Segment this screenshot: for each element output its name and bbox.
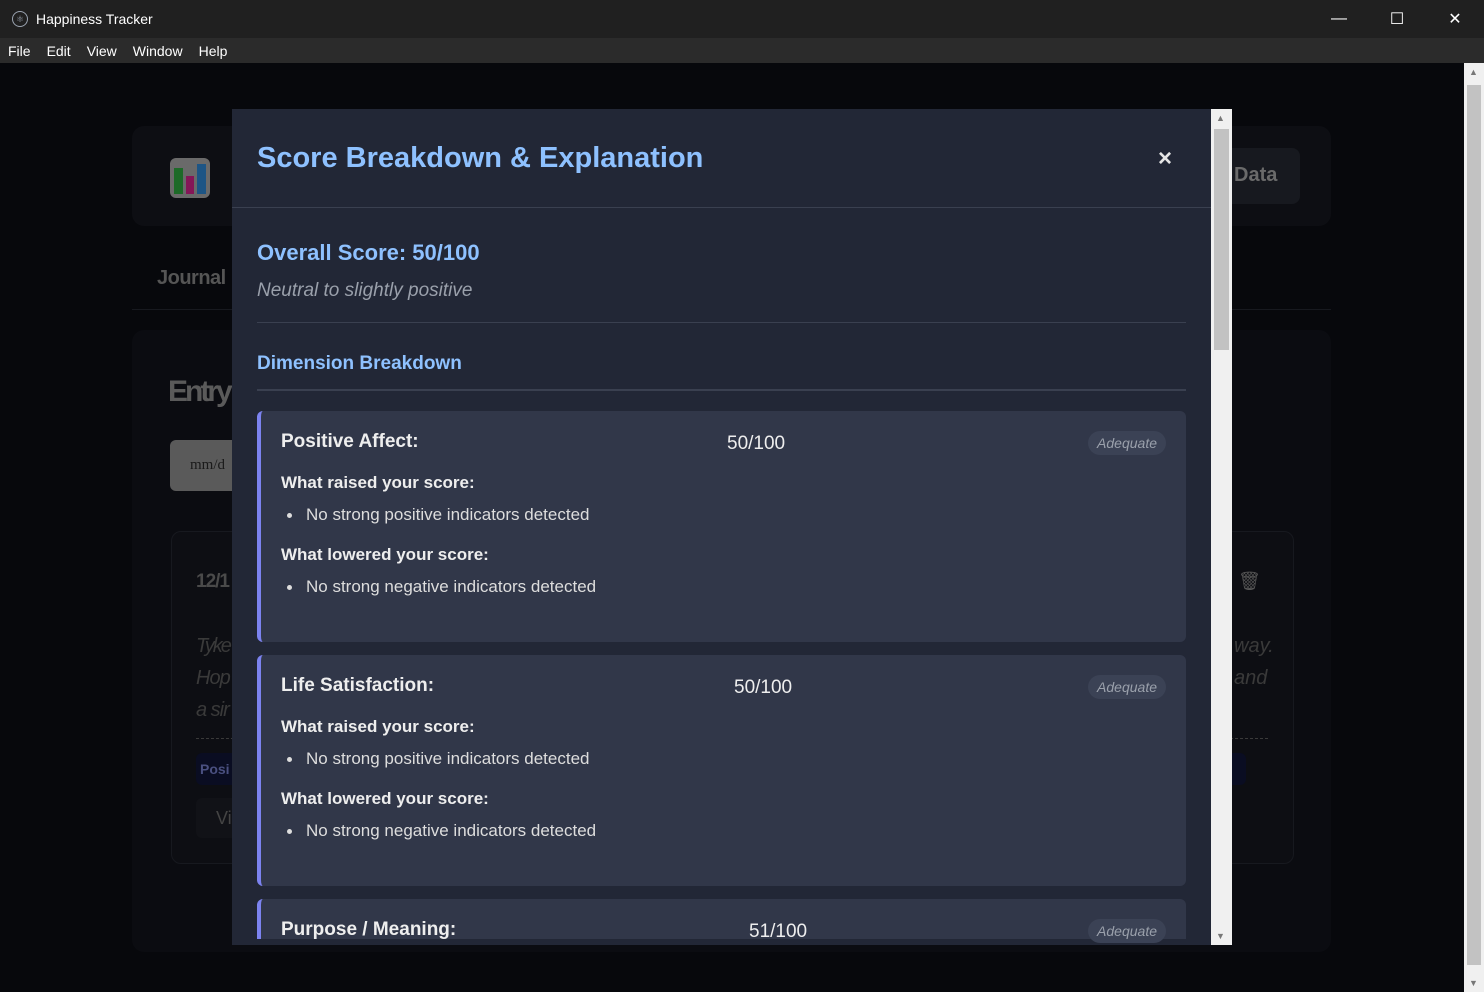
delete-trash-icon[interactable]: 🗑 [1238, 571, 1261, 592]
dimension-card-life-satisfaction: Life Satisfaction: 50/100 Adequate What … [257, 655, 1186, 886]
entry-text-right: way. and [1234, 630, 1274, 694]
dimension-card-positive-affect: Positive Affect: 50/100 Adequate What ra… [257, 411, 1186, 642]
lowered-label: What lowered your score: [281, 789, 489, 808]
menu-file[interactable]: File [8, 43, 31, 59]
page-scrollbar[interactable]: ▲ ▼ [1464, 63, 1484, 992]
electron-app-icon: ⚛ [12, 11, 28, 27]
scroll-down-icon[interactable]: ▼ [1469, 978, 1478, 988]
menu-edit[interactable]: Edit [47, 43, 71, 59]
entries-heading: Entry [168, 375, 233, 408]
dimension-badge: Adequate [1088, 431, 1166, 455]
close-window-button[interactable]: ✕ [1426, 0, 1484, 38]
dimension-name: Life Satisfaction: [281, 675, 435, 696]
scroll-down-icon[interactable]: ▼ [1216, 931, 1225, 941]
title-bar: ⚛ Happiness Tracker — ☐ ✕ [0, 0, 1484, 38]
dimension-badge: Adequate [1088, 675, 1166, 699]
close-modal-button[interactable]: × [1158, 145, 1172, 173]
scroll-up-icon[interactable]: ▲ [1216, 113, 1225, 123]
modal-scrollbar-thumb[interactable] [1214, 129, 1229, 350]
entry-line: Tyke [196, 635, 232, 657]
entry-line: a sir [196, 699, 230, 721]
lowered-item: No strong negative indicators detected [281, 821, 1166, 841]
overall-summary: Neutral to slightly positive [257, 280, 1186, 323]
modal-title: Score Breakdown & Explanation [257, 141, 704, 174]
minimize-button[interactable]: — [1310, 0, 1368, 38]
scroll-up-icon[interactable]: ▲ [1469, 67, 1478, 77]
modal-scrollbar[interactable]: ▲ ▼ [1211, 109, 1232, 945]
entry-line: Hop [196, 667, 231, 689]
window-title: Happiness Tracker [36, 11, 153, 27]
entry-line: and [1234, 667, 1268, 689]
raised-item: No strong positive indicators detected [281, 505, 1166, 525]
raised-item: No strong positive indicators detected [281, 749, 1166, 769]
menu-help[interactable]: Help [199, 43, 228, 59]
date-filter-input[interactable]: mm/d [170, 440, 232, 491]
menu-bar: File Edit View Window Help [0, 38, 1484, 63]
dimension-breakdown-heading: Dimension Breakdown [257, 353, 1186, 391]
entry-text-left: Tyke Hop a sir [196, 630, 232, 726]
lowered-label: What lowered your score: [281, 545, 489, 564]
page-scrollbar-thumb[interactable] [1467, 85, 1481, 965]
tab-journal[interactable]: Journal [157, 267, 226, 290]
overall-score: Overall Score: 50/100 [257, 240, 480, 265]
dimension-name: Positive Affect: [281, 431, 419, 452]
entry-date: 12/1 [196, 571, 230, 592]
dimension-score: 51/100 [749, 921, 808, 942]
dimension-badge: Adequate [1088, 919, 1166, 943]
raised-label: What raised your score: [281, 717, 475, 736]
app-logo-icon [170, 158, 210, 198]
entry-line: way. [1234, 635, 1274, 657]
lowered-item: No strong negative indicators detected [281, 577, 1166, 597]
dimension-card-purpose-meaning: Purpose / Meaning: 51/100 Adequate [257, 899, 1186, 943]
menu-view[interactable]: View [87, 43, 117, 59]
raised-label: What raised your score: [281, 473, 475, 492]
score-breakdown-modal: Score Breakdown & Explanation × Overall … [232, 109, 1232, 945]
dimension-score: 50/100 [734, 677, 793, 698]
maximize-button[interactable]: ☐ [1368, 0, 1426, 38]
export-data-button[interactable]: Data [1232, 148, 1300, 204]
dimension-score: 50/100 [727, 433, 786, 454]
dimension-name: Purpose / Meaning: [281, 919, 457, 940]
menu-window[interactable]: Window [133, 43, 183, 59]
